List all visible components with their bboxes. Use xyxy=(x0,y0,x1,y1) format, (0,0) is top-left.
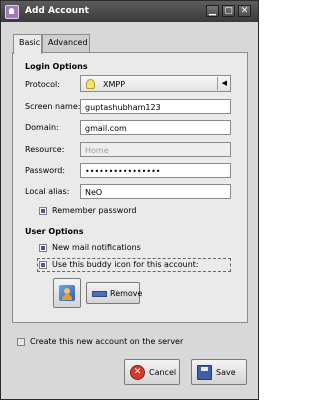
resource-label: Resource: xyxy=(25,145,65,154)
create-on-server-checkbox[interactable] xyxy=(17,338,25,346)
tab-advanced[interactable]: Advanced xyxy=(42,34,90,52)
buddy-icon-button[interactable] xyxy=(53,278,81,308)
password-label: Password: xyxy=(25,166,66,175)
maximize-button[interactable]: ▢ xyxy=(222,5,235,17)
new-mail-checkbox[interactable] xyxy=(39,244,47,252)
combo-separator xyxy=(217,77,218,90)
dropdown-arrow-icon: ◀ xyxy=(221,79,227,87)
password-input[interactable]: •••••••••••••••• xyxy=(80,163,231,178)
remove-icon xyxy=(92,291,107,297)
buddy-icon-checkbox[interactable] xyxy=(39,261,47,269)
tab-advanced-label: Advanced xyxy=(48,38,88,47)
save-button[interactable]: Save xyxy=(191,359,247,385)
create-on-server-label: Create this new account on the server xyxy=(30,337,184,346)
screen-name-label: Screen name: xyxy=(25,102,81,111)
save-icon xyxy=(197,365,212,380)
cancel-label: Cancel xyxy=(149,368,177,377)
protocol-bulb-icon xyxy=(86,79,95,89)
cancel-button[interactable]: ✕ Cancel xyxy=(124,359,180,385)
save-label: Save xyxy=(216,368,236,377)
pidgin-app-icon xyxy=(5,5,19,19)
tab-basic-label: Basic xyxy=(19,38,41,47)
remove-label: Remove xyxy=(110,289,143,298)
domain-input[interactable]: gmail.com xyxy=(80,120,231,135)
cancel-icon: ✕ xyxy=(130,365,145,380)
buddy-icon-label: Use this buddy icon for this account: xyxy=(52,260,199,269)
close-button[interactable]: ✕ xyxy=(238,5,251,17)
local-alias-input[interactable]: NeO xyxy=(80,184,231,199)
protocol-select[interactable]: XMPP ◀ xyxy=(80,75,231,92)
resource-input[interactable]: Home xyxy=(80,142,231,157)
domain-label: Domain: xyxy=(25,123,59,132)
title-bar[interactable]: Add Account ▁ ▢ ✕ xyxy=(1,1,258,22)
new-mail-label: New mail notifications xyxy=(52,243,141,252)
window-title: Add Account xyxy=(25,6,89,16)
tab-basic[interactable]: Basic xyxy=(13,34,42,54)
local-alias-label: Local alias: xyxy=(25,187,70,196)
remove-buddy-icon-button[interactable]: Remove xyxy=(86,282,143,304)
login-options-heading: Login Options xyxy=(25,62,88,71)
buddy-avatar-icon xyxy=(59,285,75,301)
remember-password-checkbox[interactable] xyxy=(39,207,47,215)
protocol-label: Protocol: xyxy=(25,80,60,89)
add-account-dialog: Add Account ▁ ▢ ✕ Basic Advanced Login O… xyxy=(0,0,259,400)
screen-name-input[interactable]: guptashubham123 xyxy=(80,99,231,114)
protocol-value: XMPP xyxy=(103,80,126,89)
remember-password-label: Remember password xyxy=(52,206,137,215)
minimize-button[interactable]: ▁ xyxy=(206,5,219,17)
user-options-heading: User Options xyxy=(25,227,84,236)
